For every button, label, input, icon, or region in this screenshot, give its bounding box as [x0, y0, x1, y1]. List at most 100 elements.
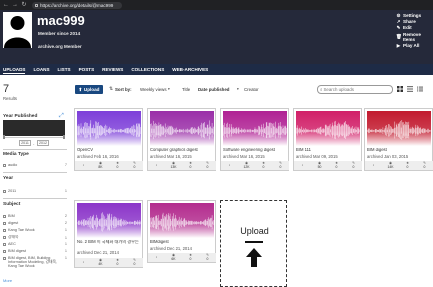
- facet-row[interactable]: Kang Tae Wook 1: [3, 228, 67, 232]
- divider: [3, 149, 67, 150]
- tab-uploads[interactable]: UPLOADS: [3, 64, 26, 75]
- forward-arrow-icon[interactable]: →: [12, 2, 18, 8]
- checkbox[interactable]: [3, 242, 6, 246]
- facet-row[interactable]: BIM digest, BIM, Building Information Mo…: [3, 256, 67, 269]
- item-title[interactable]: Computer graphics digest: [150, 148, 215, 153]
- range-handle-start[interactable]: [3, 135, 5, 139]
- item-title[interactable]: Software engineering digest: [223, 148, 288, 153]
- browser-toolbar: ← → ↻ https://archive.org/details/@mac99…: [0, 0, 433, 10]
- year-histogram[interactable]: [3, 120, 65, 136]
- facet-row[interactable]: BIM digest 1: [3, 249, 67, 253]
- tab-lists[interactable]: LISTS: [58, 64, 71, 75]
- chevron-down-icon[interactable]: ▾: [168, 87, 170, 91]
- remove-items-label: Remove Items: [403, 31, 421, 42]
- checkbox[interactable]: [3, 221, 6, 225]
- audio-waveform-thumbnail: [367, 111, 431, 146]
- item-tile[interactable]: Software engineering digest archived Mar…: [220, 108, 289, 171]
- audio-waveform-thumbnail: [296, 111, 360, 146]
- audio-waveform-thumbnail: [77, 111, 141, 146]
- tab-posts[interactable]: POSTS: [79, 64, 95, 75]
- view-count: 6K: [171, 256, 176, 261]
- facet-row[interactable]: 강태욱 1: [3, 235, 67, 240]
- facet-row[interactable]: AEC 1: [3, 242, 67, 246]
- upload-dropzone-tile[interactable]: Upload: [220, 200, 287, 287]
- facet-row[interactable]: 2011 1: [3, 189, 67, 193]
- facet-row[interactable]: digest 2: [3, 221, 67, 225]
- review-count: 0: [133, 261, 136, 266]
- item-title[interactable]: BIM digest: [367, 148, 432, 153]
- item-tile[interactable]: BIMdigest archived Dec 21, 2014 ♪ ◉ 6K ★ 0…: [147, 200, 216, 263]
- tab-reviews[interactable]: REVIEWS: [102, 64, 123, 75]
- item-tile[interactable]: BIM digest archived Jan 03, 2015 ♪ ◉ 14K …: [364, 108, 433, 171]
- audio-icon: ♪: [155, 254, 158, 259]
- sort-title[interactable]: Title: [182, 87, 190, 92]
- checkbox[interactable]: [3, 163, 6, 167]
- result-count: 7: [3, 83, 10, 95]
- settings-action[interactable]: ⚙ Settings: [396, 13, 433, 18]
- item-title[interactable]: BIM 111: [296, 148, 361, 153]
- list-detail-view-icon[interactable]: [407, 86, 413, 92]
- facet-label: 강태욱: [8, 235, 19, 239]
- facet-row[interactable]: audio 7: [3, 163, 67, 167]
- checkbox[interactable]: [3, 256, 6, 260]
- year-to-input[interactable]: 2012: [37, 140, 49, 146]
- checkbox[interactable]: [3, 249, 6, 253]
- view-count: 14K: [387, 164, 394, 169]
- tab-loans[interactable]: LOANS: [33, 64, 49, 75]
- search-uploads-input[interactable]: ⌕ Search uploads: [317, 85, 393, 94]
- share-action[interactable]: ↗ Share: [396, 19, 433, 24]
- divider: [3, 198, 67, 199]
- play-all-action[interactable]: ▶ Play All: [396, 43, 433, 48]
- edit-label: Edit: [403, 25, 412, 31]
- audio-icon: ♪: [155, 162, 158, 167]
- item-tile[interactable]: OpenCV archived Feb 16, 2016 ♪ ◉ 8K ★ 0 ✎ 0: [74, 108, 143, 171]
- item-title[interactable]: No. 2 BIM 이 국제화 대가의 경우는: [77, 240, 142, 245]
- range-handle-end[interactable]: [63, 135, 65, 139]
- expand-icon[interactable]: ⤢: [59, 113, 64, 120]
- year-from-input[interactable]: 2011: [19, 140, 31, 146]
- facet-count: 1: [64, 189, 67, 193]
- remove-items-action[interactable]: 🗑 Remove Items: [396, 32, 433, 42]
- item-tile[interactable]: Computer graphics digest archived Mar 16…: [147, 108, 216, 171]
- item-stats: ♪ ◉ 13K ★ 0 ✎ 0: [148, 161, 216, 170]
- share-icon: ↗: [396, 19, 401, 25]
- facet-label: AEC: [8, 242, 16, 246]
- address-bar[interactable]: https://archive.org/details/@mac999: [32, 1, 122, 9]
- facet-count: 2: [64, 221, 67, 225]
- list-compact-view-icon[interactable]: [417, 86, 423, 92]
- gear-icon: ⚙: [396, 13, 401, 18]
- sort-creator[interactable]: Creator: [244, 87, 259, 92]
- reload-icon[interactable]: ↻: [21, 2, 27, 8]
- sort-weekly-views[interactable]: Weekly views: [140, 87, 167, 92]
- audio-waveform-thumbnail: [150, 203, 214, 238]
- edit-action[interactable]: ✎ Edit: [396, 25, 433, 30]
- checkbox[interactable]: [3, 236, 6, 239]
- audio-icon: ♪: [301, 162, 304, 167]
- profile-username: mac999: [37, 13, 85, 28]
- item-title[interactable]: OpenCV: [77, 148, 142, 153]
- item-title[interactable]: BIMdigest: [150, 240, 215, 245]
- facet-count: 1: [64, 228, 67, 232]
- upload-button[interactable]: ⬆ Upload: [75, 85, 103, 94]
- sort-by-label: Sort by:: [115, 87, 132, 92]
- more-link[interactable]: More: [3, 278, 12, 283]
- pencil-icon: ✎: [396, 25, 401, 31]
- back-arrow-icon[interactable]: ←: [3, 2, 9, 8]
- chevron-down-icon[interactable]: ▾: [237, 87, 239, 91]
- checkbox[interactable]: [3, 228, 6, 232]
- grid-view-icon[interactable]: [397, 86, 403, 92]
- tab-web-archives[interactable]: WEB-ARCHIVES: [172, 64, 208, 75]
- item-tile[interactable]: BIM 111 archived Mar 09, 2015 ♪ ◉ 50 ★ 0 ✎…: [293, 108, 362, 171]
- favorite-count: 0: [116, 164, 119, 169]
- item-stats: ♪ ◉ 50 ★ 0 ✎ 0: [294, 161, 362, 170]
- checkbox[interactable]: [3, 214, 6, 218]
- sort-date-published[interactable]: Date published: [198, 87, 229, 92]
- tab-collections[interactable]: COLLECTIONS: [131, 64, 164, 75]
- item-tile[interactable]: No. 2 BIM 이 국제화 대가의 경우는 archived Dec 21,…: [74, 200, 143, 268]
- checkbox[interactable]: [3, 189, 6, 193]
- trash-icon: 🗑: [396, 34, 402, 40]
- item-stats: ♪ ◉ 4K ★ 0 ✎ 0: [75, 258, 143, 267]
- facet-row[interactable]: BIM 2: [3, 214, 67, 218]
- facet-count: 2: [64, 214, 67, 218]
- favorite-count: 0: [189, 256, 192, 261]
